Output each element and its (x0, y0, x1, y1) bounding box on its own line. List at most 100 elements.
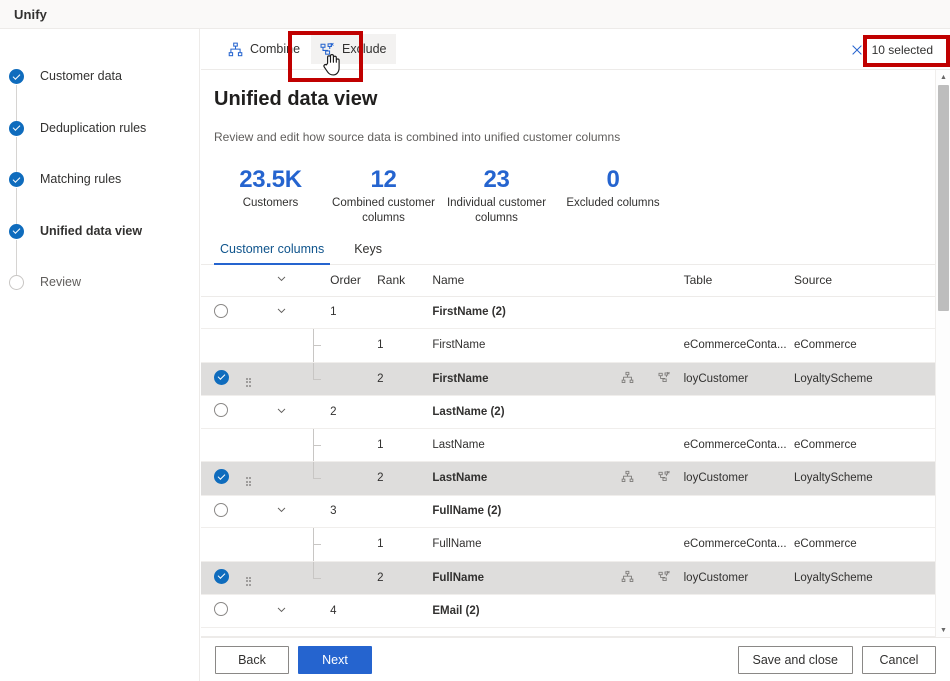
drag-handle-icon[interactable] (245, 477, 254, 487)
row-action-combine[interactable] (608, 461, 647, 496)
row-tree-cell (304, 461, 331, 496)
cancel-button[interactable]: Cancel (862, 645, 936, 674)
row-action-combine[interactable] (608, 362, 647, 396)
step-label: Deduplication rules (40, 120, 147, 135)
chevron-down-icon[interactable] (276, 504, 287, 518)
group-expand-cell[interactable] (273, 594, 305, 628)
row-select-cell[interactable] (201, 527, 241, 562)
combine-button[interactable]: Combine (219, 34, 309, 64)
scroll-down-arrow-icon[interactable]: ▼ (936, 623, 950, 637)
content-vertical-scrollbar[interactable]: ▲ ▼ (935, 70, 950, 637)
th-rank[interactable]: Rank (377, 265, 433, 297)
wizard-step-deduplication-rules[interactable]: Deduplication rules (0, 120, 199, 173)
chevron-down-icon[interactable] (276, 405, 287, 419)
group-checkbox-unchecked-icon[interactable] (214, 403, 228, 418)
drag-handle-icon[interactable] (245, 377, 254, 387)
scroll-up-arrow-icon[interactable]: ▲ (936, 70, 950, 84)
group-expand-cell[interactable] (273, 495, 305, 528)
row-action-exclude[interactable] (646, 362, 684, 396)
stat-caption: Combined customer columns (332, 197, 435, 224)
group-rank (377, 395, 433, 429)
table-group-row[interactable]: 4 EMail (2) (201, 594, 935, 628)
group-checkbox-unchecked-icon[interactable] (214, 502, 228, 517)
row-drag-cell[interactable] (240, 428, 274, 462)
row-source: LoyaltyScheme (794, 362, 935, 396)
group-rank (377, 296, 433, 329)
combine-hierarchy-icon[interactable] (621, 371, 634, 384)
save-and-close-button[interactable]: Save and close (737, 645, 853, 674)
row-action-combine[interactable] (608, 561, 647, 595)
table-row[interactable]: 2 FirstName loyCustomer LoyaltyScheme (201, 362, 935, 396)
row-expand-cell (273, 428, 305, 462)
table-row[interactable]: 1 LastName eCommerceConta... eCommerce (201, 428, 935, 462)
wizard-step-review[interactable]: Review (0, 275, 199, 327)
page-title: Unified data view (214, 88, 378, 110)
table-group-row[interactable]: 2 LastName (2) (201, 395, 935, 429)
table-group-row[interactable]: 3 FullName (2) (201, 495, 935, 528)
row-tree-cell (304, 428, 331, 462)
exclude-node-icon (320, 42, 335, 57)
table-group-row[interactable]: 1 FirstName (2) (201, 296, 935, 329)
chevron-down-icon[interactable] (276, 305, 287, 319)
row-tree-cell (304, 362, 331, 396)
tab-customer-columns[interactable]: Customer columns (214, 242, 331, 265)
row-action-exclude[interactable] (646, 461, 684, 496)
table-row[interactable]: 2 LastName loyCustomer LoyaltyScheme (201, 461, 935, 496)
group-expand-cell[interactable] (273, 395, 305, 429)
row-select-cell[interactable] (201, 328, 241, 363)
row-expand-cell (273, 527, 305, 562)
row-select-cell[interactable] (201, 461, 241, 496)
th-table[interactable]: Table (683, 265, 795, 297)
th-name[interactable]: Name (432, 265, 609, 297)
row-checkbox-checked-icon[interactable] (214, 568, 229, 584)
chevron-down-icon[interactable] (276, 604, 287, 618)
th-expand-all[interactable] (273, 265, 305, 297)
group-action-exclude (646, 495, 684, 528)
group-select-cell[interactable] (201, 296, 241, 329)
row-name: FirstName (432, 328, 609, 363)
table-row[interactable]: 1 FirstName eCommerceConta... eCommerce (201, 328, 935, 363)
row-drag-cell[interactable] (240, 461, 274, 496)
group-checkbox-unchecked-icon[interactable] (214, 602, 228, 617)
group-select-cell[interactable] (201, 395, 241, 429)
row-checkbox-checked-icon[interactable] (214, 369, 229, 385)
table-row[interactable]: 1 FullName eCommerceConta... eCommerce (201, 527, 935, 562)
row-select-cell[interactable] (201, 362, 241, 396)
selection-count-button[interactable]: 10 selected (844, 35, 941, 64)
exclude-node-icon[interactable] (658, 371, 671, 384)
selection-count-label: 10 selected (871, 42, 933, 57)
group-action-combine (608, 495, 647, 528)
next-button[interactable]: Next (298, 645, 372, 674)
row-drag-cell[interactable] (240, 362, 274, 396)
row-checkbox-checked-icon[interactable] (214, 469, 229, 485)
row-drag-cell[interactable] (240, 527, 274, 562)
tab-keys[interactable]: Keys (348, 242, 388, 264)
exclude-node-icon[interactable] (658, 570, 671, 583)
wizard-step-unified-data-view[interactable]: Unified data view (0, 223, 199, 276)
back-button[interactable]: Back (215, 645, 289, 674)
group-expand-cell[interactable] (273, 296, 305, 329)
table-row[interactable]: 2 FullName loyCustomer LoyaltyScheme (201, 561, 935, 595)
row-select-cell[interactable] (201, 428, 241, 462)
wizard-step-matching-rules[interactable]: Matching rules (0, 172, 199, 224)
group-table (683, 395, 795, 429)
row-select-cell[interactable] (201, 561, 241, 595)
drag-handle-icon[interactable] (245, 576, 254, 586)
th-order[interactable]: Order (330, 265, 378, 297)
wizard-step-customer-data[interactable]: Customer data (0, 69, 199, 121)
row-action-exclude[interactable] (646, 561, 684, 595)
combine-hierarchy-icon[interactable] (621, 570, 634, 583)
scrollbar-thumb[interactable] (938, 85, 949, 311)
exclude-node-icon[interactable] (658, 470, 671, 483)
row-action-combine (608, 428, 647, 462)
chevron-down-icon[interactable] (276, 273, 287, 287)
group-checkbox-unchecked-icon[interactable] (214, 303, 228, 318)
group-select-cell[interactable] (201, 594, 241, 628)
exclude-button[interactable]: Exclude (311, 34, 396, 64)
combine-hierarchy-icon[interactable] (621, 470, 634, 483)
group-select-cell[interactable] (201, 495, 241, 528)
th-source[interactable]: Source (794, 265, 935, 297)
row-drag-cell[interactable] (240, 328, 274, 363)
row-source: eCommerce (794, 328, 935, 363)
row-drag-cell[interactable] (240, 561, 274, 595)
